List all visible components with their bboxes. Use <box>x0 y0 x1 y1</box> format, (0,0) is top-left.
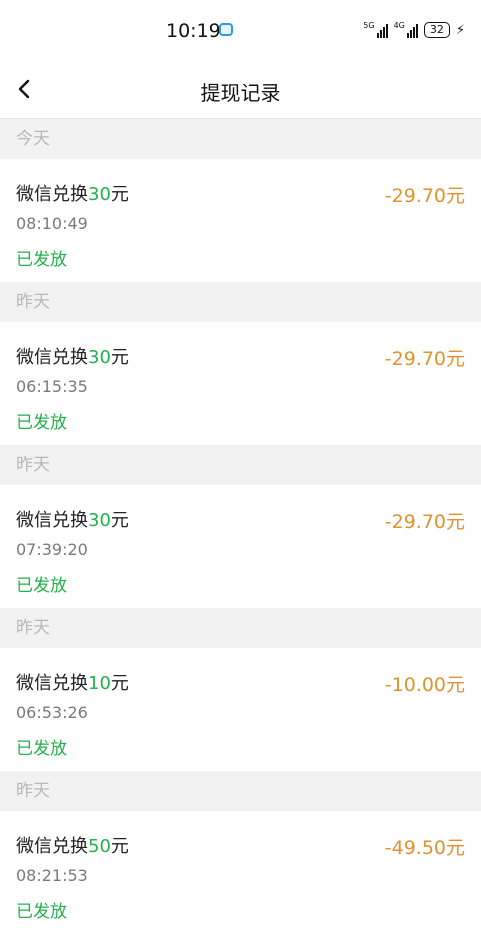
record-title: 微信兑换30元 <box>16 343 129 369</box>
record-amount: -10.00元 <box>384 674 465 696</box>
list-item[interactable]: 微信兑换30元 06:15:35 已发放 -29.70元 <box>0 322 481 445</box>
nav-bar: 提现记录 <box>0 62 481 119</box>
record-time: 08:10:49 <box>16 214 88 233</box>
record-title-prefix: 微信兑换 <box>16 836 88 857</box>
record-status: 已发放 <box>16 413 67 433</box>
record-time: 07:39:20 <box>16 540 88 559</box>
record-title: 微信兑换30元 <box>16 180 129 206</box>
signal-5g-icon: 5G <box>363 21 388 38</box>
page-title: 提现记录 <box>200 81 281 105</box>
record-status: 已发放 <box>16 739 67 759</box>
record-title-suffix: 元 <box>110 184 129 205</box>
date-group-header: 昨天 <box>0 771 481 811</box>
record-amount: -29.70元 <box>384 348 465 370</box>
record-amount: -29.70元 <box>384 185 465 207</box>
record-title-amount: 30 <box>88 510 111 531</box>
status-time: 10:19 <box>166 20 221 42</box>
list-item[interactable]: 微信兑换30元 07:39:20 已发放 -29.70元 <box>0 485 481 608</box>
record-title-prefix: 微信兑换 <box>16 347 88 368</box>
record-title-suffix: 元 <box>110 510 129 531</box>
battery-icon: 32 <box>423 22 450 38</box>
date-group-header: 今天 <box>0 119 481 159</box>
list-item[interactable]: 微信兑换10元 06:53:26 已发放 -10.00元 <box>0 648 481 771</box>
record-status: 已发放 <box>16 576 67 596</box>
date-group-header: 昨天 <box>0 445 481 485</box>
status-bar: 10:19 5G 4G 32 ⚡ <box>0 0 481 62</box>
record-amount: -49.50元 <box>384 837 465 859</box>
record-status: 已发放 <box>16 250 67 270</box>
record-status: 已发放 <box>16 902 67 922</box>
record-time: 08:21:53 <box>16 866 88 885</box>
record-title-amount: 50 <box>88 836 111 857</box>
signal-4g-icon: 4G <box>394 22 418 38</box>
message-icon <box>219 23 233 36</box>
record-time: 06:15:35 <box>16 377 88 396</box>
record-title-suffix: 元 <box>110 836 129 857</box>
record-title: 微信兑换10元 <box>16 669 129 695</box>
network-type-label: 5G <box>363 21 375 30</box>
record-title-suffix: 元 <box>110 673 129 694</box>
status-indicators: 5G 4G 32 ⚡ <box>363 21 465 39</box>
date-group-header: 昨天 <box>0 282 481 322</box>
record-amount: -29.70元 <box>384 511 465 533</box>
record-title-prefix: 微信兑换 <box>16 673 88 694</box>
record-title-prefix: 微信兑换 <box>16 510 88 531</box>
record-title-amount: 10 <box>88 673 111 694</box>
list-item[interactable]: 微信兑换30元 08:10:49 已发放 -29.70元 <box>0 159 481 282</box>
bolt-icon: ⚡ <box>455 22 465 38</box>
list-item[interactable]: 微信兑换50元 08:21:53 已发放 -49.50元 <box>0 811 481 934</box>
record-title-suffix: 元 <box>110 347 129 368</box>
record-title-amount: 30 <box>88 347 111 368</box>
record-time: 06:53:26 <box>16 703 88 722</box>
record-title-amount: 30 <box>88 184 111 205</box>
withdrawal-record-list: 今天 微信兑换30元 08:10:49 已发放 -29.70元 昨天 微信兑换3… <box>0 119 481 934</box>
record-title: 微信兑换30元 <box>16 506 129 532</box>
record-title-prefix: 微信兑换 <box>16 184 88 205</box>
record-title: 微信兑换50元 <box>16 832 129 858</box>
network-type-label: 4G <box>393 21 405 30</box>
date-group-header: 昨天 <box>0 608 481 648</box>
